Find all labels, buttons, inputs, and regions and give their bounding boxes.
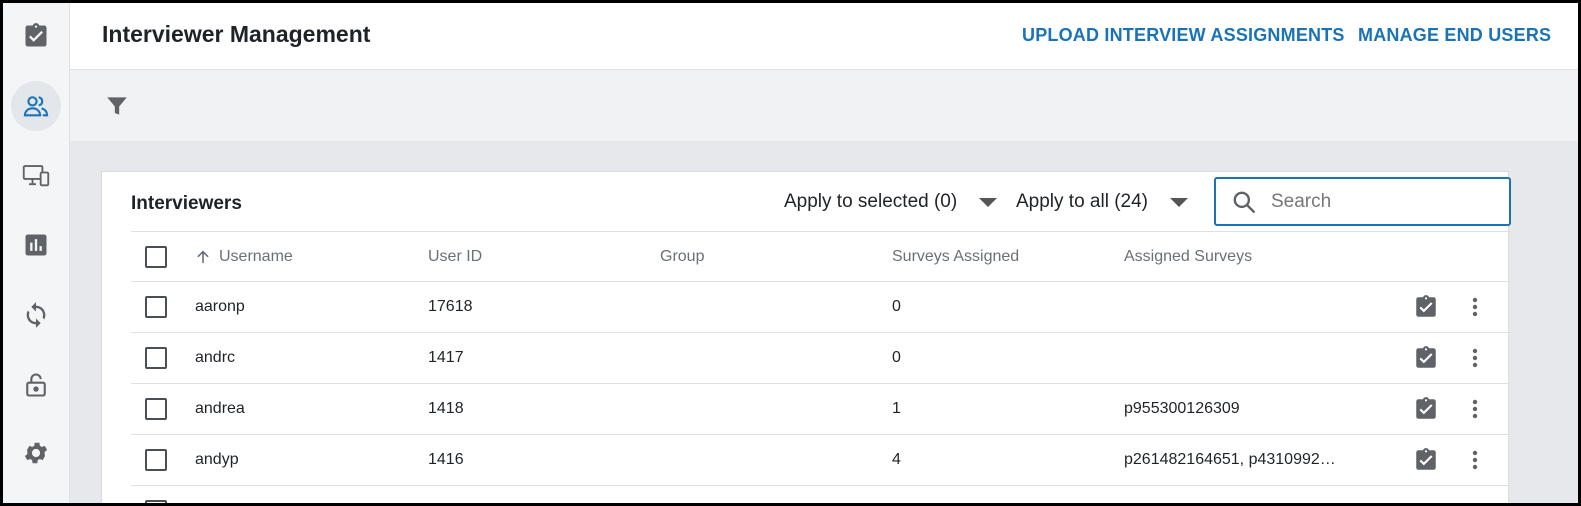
column-header-username[interactable]: Username bbox=[195, 232, 293, 281]
cell-username: aaronp bbox=[195, 298, 245, 315]
assign-surveys-icon[interactable] bbox=[1413, 447, 1439, 473]
table-header-row: Username User ID Group Surveys Assigned … bbox=[131, 232, 1511, 282]
devices-icon bbox=[22, 165, 50, 187]
cell-surveys-assigned: 0 bbox=[892, 298, 901, 315]
cell-username: andrea bbox=[195, 400, 245, 417]
apply-to-selected-dropdown[interactable]: Apply to selected (0) bbox=[784, 191, 998, 213]
search-box bbox=[1214, 177, 1511, 226]
sync-icon bbox=[26, 302, 46, 328]
cell-assigned-surveys: p955300126309 bbox=[1124, 400, 1240, 417]
cell-assigned-surveys: p261482164651, p4310992… bbox=[1124, 451, 1336, 468]
caret-down-icon bbox=[979, 197, 998, 207]
row-checkbox[interactable] bbox=[145, 449, 167, 471]
column-header-user-id[interactable]: User ID bbox=[428, 232, 482, 281]
more-options-icon[interactable] bbox=[1463, 295, 1487, 319]
main-content: Interviewers Apply to selected (0) Apply… bbox=[70, 141, 1578, 503]
table-row-partial[interactable] bbox=[131, 486, 1511, 503]
sidebar-item-settings[interactable] bbox=[11, 428, 61, 478]
interviewers-card: Interviewers Apply to selected (0) Apply… bbox=[101, 171, 1511, 503]
table-row[interactable]: andyp 1416 4 p261482164651, p4310992… bbox=[131, 435, 1511, 486]
cell-user-id: 17618 bbox=[428, 298, 473, 315]
column-header-group[interactable]: Group bbox=[660, 232, 704, 281]
sidebar-item-security[interactable] bbox=[11, 360, 61, 410]
sidebar-item-sync[interactable] bbox=[11, 290, 61, 340]
filter-icon[interactable] bbox=[104, 93, 130, 119]
search-icon bbox=[1233, 191, 1255, 213]
cell-user-id: 1416 bbox=[428, 451, 464, 468]
gear-icon bbox=[24, 442, 48, 464]
table-row[interactable]: andrc 1417 0 bbox=[131, 333, 1511, 384]
row-checkbox[interactable] bbox=[145, 347, 167, 369]
sidebar-item-interviewers[interactable] bbox=[11, 81, 61, 131]
apply-to-all-label: Apply to all (24) bbox=[1016, 191, 1149, 212]
cell-surveys-assigned: 0 bbox=[892, 349, 901, 366]
caret-down-icon bbox=[1170, 197, 1189, 207]
cell-surveys-assigned: 4 bbox=[892, 451, 901, 468]
column-header-label: Username bbox=[219, 247, 293, 265]
page-title: Interviewer Management bbox=[102, 21, 371, 47]
assign-surveys-icon[interactable] bbox=[1413, 396, 1439, 422]
clipboard-check-icon bbox=[25, 23, 47, 47]
more-options-icon[interactable] bbox=[1463, 346, 1487, 370]
card-title: Interviewers bbox=[131, 193, 242, 214]
cell-user-id: 1418 bbox=[428, 400, 464, 417]
unlock-icon bbox=[26, 373, 46, 397]
sidebar-item-reports[interactable] bbox=[11, 220, 61, 270]
assign-surveys-icon[interactable] bbox=[1413, 294, 1439, 320]
apply-to-selected-label: Apply to selected (0) bbox=[784, 191, 958, 212]
search-input[interactable] bbox=[1271, 190, 1491, 213]
sort-ascending-icon bbox=[195, 249, 211, 265]
cell-surveys-assigned: 1 bbox=[892, 400, 901, 417]
app-window: Interviewer Management UPLOAD INTERVIEW … bbox=[0, 0, 1581, 506]
filter-bar bbox=[70, 70, 1578, 141]
sidebar-item-devices[interactable] bbox=[11, 151, 61, 201]
sidebar bbox=[3, 3, 70, 503]
assign-surveys-icon[interactable] bbox=[1413, 345, 1439, 371]
interviewers-table: Username User ID Group Surveys Assigned … bbox=[131, 231, 1511, 503]
cell-username: andrc bbox=[195, 349, 236, 366]
bar-chart-icon bbox=[25, 234, 47, 256]
sidebar-item-surveys[interactable] bbox=[11, 11, 61, 61]
column-header-assigned-surveys[interactable]: Assigned Surveys bbox=[1124, 232, 1252, 281]
cell-username: andyp bbox=[195, 451, 239, 468]
row-checkbox[interactable] bbox=[145, 398, 167, 420]
column-header-surveys-assigned[interactable]: Surveys Assigned bbox=[892, 232, 1019, 281]
users-icon bbox=[23, 96, 49, 117]
page-header: Interviewer Management UPLOAD INTERVIEW … bbox=[70, 3, 1578, 70]
select-all-checkbox[interactable] bbox=[145, 246, 167, 268]
row-checkbox[interactable] bbox=[145, 500, 167, 503]
row-checkbox[interactable] bbox=[145, 296, 167, 318]
table-row[interactable]: aaronp 17618 0 bbox=[131, 282, 1511, 333]
more-options-icon[interactable] bbox=[1463, 397, 1487, 421]
table-row[interactable]: andrea 1418 1 p955300126309 bbox=[131, 384, 1511, 435]
upload-interview-assignments-link[interactable]: UPLOAD INTERVIEW ASSIGNMENTS bbox=[1022, 25, 1345, 46]
apply-to-all-dropdown[interactable]: Apply to all (24) bbox=[1016, 191, 1189, 213]
cell-user-id: 1417 bbox=[428, 349, 464, 366]
more-options-icon[interactable] bbox=[1463, 448, 1487, 472]
manage-end-users-link[interactable]: MANAGE END USERS bbox=[1358, 25, 1551, 46]
